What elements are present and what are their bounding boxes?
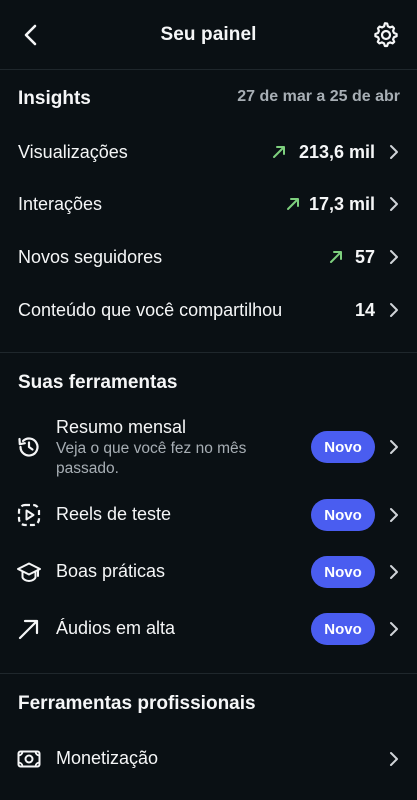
insight-label: Conteúdo que você compartilhou [18,299,283,320]
chevron-right-icon [390,145,398,159]
insight-value: 57 [354,246,375,267]
tool-item-trial-reels[interactable]: Reels de teste Novo [0,488,417,542]
insight-row-shared-content[interactable]: Conteúdo que você compartilhou 14 [0,284,417,336]
reels-test-icon [17,503,41,527]
divider [0,673,417,674]
insight-row-interactions[interactable]: Interações 17,3 mil [0,178,417,230]
new-badge: Novo [311,431,375,463]
tool-item-best-practices[interactable]: Boas práticas Novo [0,545,417,599]
chevron-right-icon [390,752,398,766]
insight-label: Novos seguidores [18,246,163,267]
new-badge: Novo [311,556,375,588]
chevron-right-icon [390,303,398,317]
date-range: 27 de mar a 25 de abr [237,88,400,105]
tool-item-monetization[interactable]: Monetização [0,732,417,786]
divider [0,69,417,70]
money-icon [17,750,41,768]
chevron-right-icon [390,250,398,264]
insight-row-views[interactable]: Visualizações 213,6 mil [0,126,417,178]
gear-icon[interactable] [371,21,399,49]
trend-up-icon [287,198,299,210]
trending-arrow-icon [18,619,39,640]
tool-label: Áudios em alta [56,618,176,638]
tool-item-monthly-summary[interactable]: Resumo mensal Veja o que você fez no mês… [0,414,417,482]
graduation-cap-icon [17,562,41,582]
tool-label: Monetização [56,748,159,768]
divider [0,352,417,353]
insight-value: 14 [354,299,375,320]
chevron-right-icon [390,197,398,211]
insight-label: Interações [18,193,103,214]
chevron-right-icon [390,622,398,636]
trend-up-icon [330,251,342,263]
insight-value: 213,6 mil [298,141,375,162]
tool-label: Resumo mensal [56,417,187,437]
new-badge: Novo [311,613,375,645]
tool-subtitle: Veja o que você fez no mês passado. [56,440,247,477]
insight-label: Visualizações [18,141,128,162]
tool-label: Boas práticas [56,561,166,581]
back-icon[interactable] [18,22,44,48]
insight-row-new-followers[interactable]: Novos seguidores 57 [0,231,417,283]
pro-tools-title: Ferramentas profissionais [18,693,256,714]
tool-label: Reels de teste [56,504,172,524]
tools-title: Suas ferramentas [18,372,178,393]
chevron-right-icon [390,508,398,522]
tool-item-trending-audio[interactable]: Áudios em alta Novo [0,602,417,656]
page-title: Seu painel [160,24,257,45]
insight-value: 17,3 mil [308,193,375,214]
new-badge: Novo [311,499,375,531]
insights-title: Insights [18,88,91,109]
trend-up-icon [273,146,285,158]
header: Seu painel [0,0,417,70]
chevron-right-icon [390,565,398,579]
chevron-right-icon [390,440,398,454]
history-icon [18,437,39,457]
